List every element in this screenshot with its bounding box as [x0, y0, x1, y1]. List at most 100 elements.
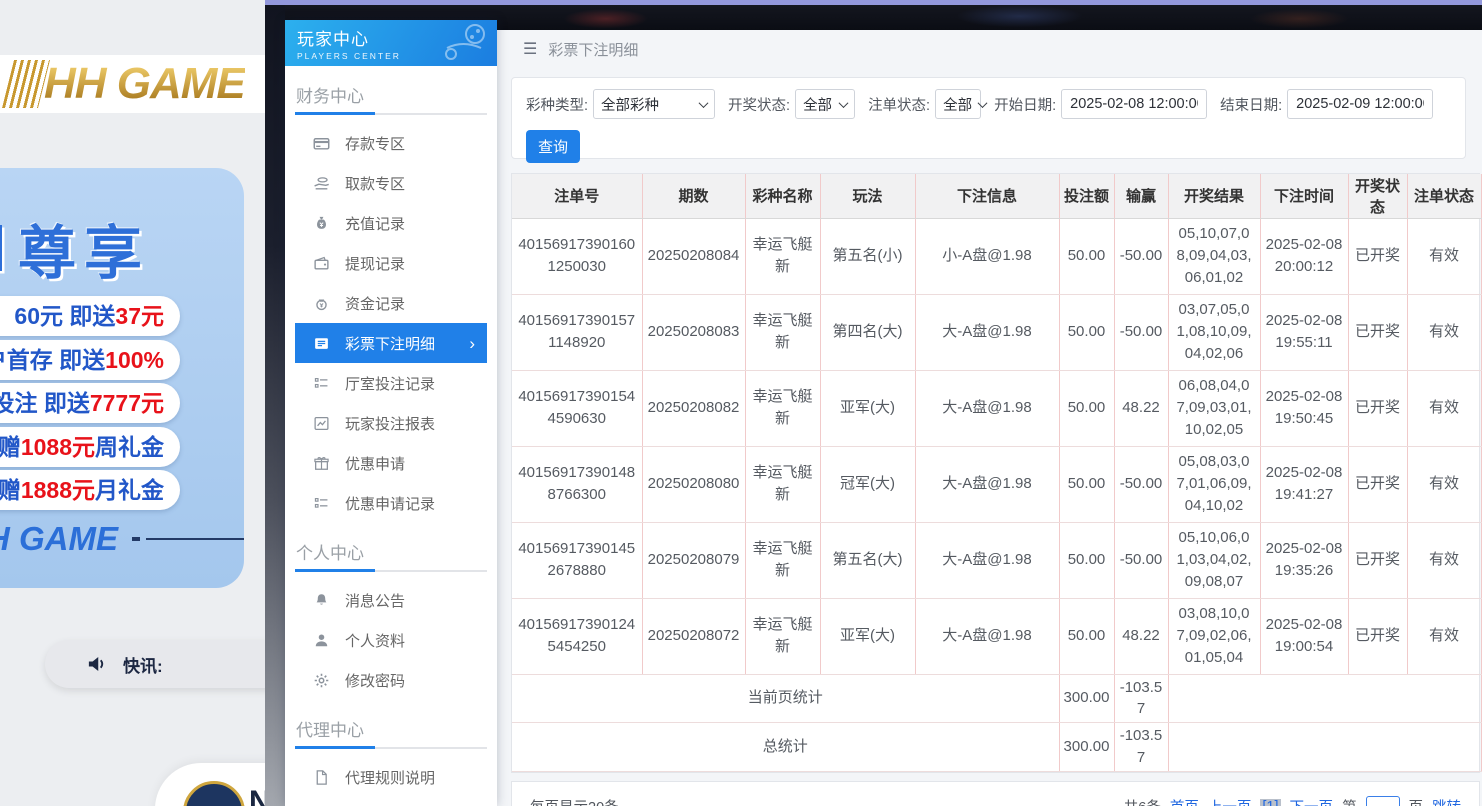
column-header-开奖状态: 开奖状态: [1348, 174, 1407, 218]
cell-输赢: -50.00: [1114, 218, 1168, 294]
cell-玩法: 亚军(大): [820, 370, 915, 446]
cell-下注时间: 2025-02-08 19:41:27: [1260, 446, 1348, 522]
logo-bars-decoration: [2, 60, 50, 108]
sidebar-item-label: 修改密码: [345, 670, 405, 691]
sidebar-item-充值记录[interactable]: 充值记录: [295, 203, 487, 243]
chevron-right-icon: ›: [469, 335, 475, 352]
cell-注单号: 401569173901488766300: [512, 446, 642, 522]
sidebar-item-玩家投注报表[interactable]: 玩家投注报表: [295, 403, 487, 443]
column-header-输赢: 输赢: [1114, 174, 1168, 218]
sidebar-item-代理团队统计[interactable]: 代理团队统计: [295, 797, 487, 806]
cell-开奖状态: 已开奖: [1348, 522, 1407, 598]
sidebar-sections: 财务中心存款专区取款专区充值记录提现记录资金记录彩票下注明细›厅室投注记录玩家投…: [285, 66, 497, 806]
news-ticker: 快讯:: [45, 640, 265, 688]
cell-注单号: 401569173901571148920: [512, 294, 642, 370]
cell-注单号: 401569173901601250030: [512, 218, 642, 294]
list-icon: [313, 495, 330, 512]
sidebar-item-label: 提现记录: [345, 253, 405, 274]
lottery-type-select[interactable]: 全部彩种: [593, 89, 715, 119]
money-bag-icon: [313, 215, 330, 232]
cell-注单号: 401569173901544590630: [512, 370, 642, 446]
sidebar-item-厅室投注记录[interactable]: 厅室投注记录: [295, 363, 487, 403]
sidebar-item-消息公告[interactable]: 消息公告: [295, 580, 487, 620]
cell-注单状态: 有效: [1407, 446, 1481, 522]
cell-彩种名称: 幸运飞艇新: [745, 598, 820, 674]
column-header-期数: 期数: [642, 174, 745, 218]
sidebar-item-label: 取款专区: [345, 173, 405, 194]
sidebar-item-个人资料[interactable]: 个人资料: [295, 620, 487, 660]
draw-status-select[interactable]: 全部: [795, 89, 855, 119]
next-page-link[interactable]: 下一页: [1290, 796, 1334, 806]
sidebar-item-label: 玩家投注报表: [345, 413, 435, 434]
first-page-link[interactable]: 首页: [1170, 796, 1199, 806]
column-header-注单号: 注单号: [512, 174, 642, 218]
table-row: 40156917390145267888020250208079幸运飞艇新第五名…: [512, 522, 1481, 598]
column-header-下注信息: 下注信息: [915, 174, 1059, 218]
per-page-label: 每页显示20条: [530, 796, 619, 806]
cell-输赢: 48.22: [1114, 370, 1168, 446]
prev-page-link[interactable]: 上一页: [1208, 796, 1252, 806]
sidebar-item-存款专区[interactable]: 存款专区: [295, 123, 487, 163]
sidebar-item-代理规则说明[interactable]: 代理规则说明: [295, 757, 487, 797]
order-status-select[interactable]: 全部: [935, 89, 981, 119]
bet-detail-icon: [313, 335, 330, 352]
start-date-input[interactable]: [1061, 89, 1207, 119]
sidebar-header: 玩家中心 PLAYERS CENTER: [285, 20, 497, 66]
cell-投注额: 50.00: [1059, 522, 1114, 598]
sidebar-item-资金记录[interactable]: 资金记录: [295, 283, 487, 323]
sidebar-item-取款专区[interactable]: 取款专区: [295, 163, 487, 203]
file-icon: [313, 769, 330, 786]
menu-icon[interactable]: ☰: [523, 39, 537, 59]
cell-彩种名称: 幸运飞艇新: [745, 370, 820, 446]
cell-下注时间: 2025-02-08 19:55:11: [1260, 294, 1348, 370]
cell-玩法: 第五名(小): [820, 218, 915, 294]
promo-brand-line: H GAME: [0, 520, 244, 558]
player-center-page: 玩家中心 PLAYERS CENTER 财务中心存款专区取款专区充值记录提现记录…: [265, 0, 1482, 806]
cell-下注信息: 大-A盘@1.98: [915, 446, 1059, 522]
summary-win-loss: -103.57: [1114, 723, 1168, 772]
bet-table-panel: 注单号期数彩种名称玩法下注信息投注额输赢开奖结果下注时间开奖状态注单状态 401…: [511, 173, 1480, 773]
jump-suffix-label: 页: [1409, 796, 1424, 806]
sidebar: 玩家中心 PLAYERS CENTER 财务中心存款专区取款专区充值记录提现记录…: [285, 20, 497, 806]
brand-badge-icon: [183, 781, 245, 806]
news-ticker-label: 快讯:: [123, 652, 163, 677]
summary-label: 总统计: [512, 723, 1059, 772]
hand-coin-icon: [313, 175, 330, 192]
draw-status-label: 开奖状态:: [728, 94, 790, 115]
page-jump-input[interactable]: [1366, 796, 1400, 806]
cell-注单号: 401569173901245454250: [512, 598, 642, 674]
section-underline: [295, 113, 487, 115]
sidebar-item-优惠申请记录[interactable]: 优惠申请记录: [295, 483, 487, 523]
cell-下注信息: 小-A盘@1.98: [915, 218, 1059, 294]
cell-下注时间: 2025-02-08 19:50:45: [1260, 370, 1348, 446]
cell-投注额: 50.00: [1059, 446, 1114, 522]
bank-card-icon: [313, 135, 330, 152]
sidebar-item-修改密码[interactable]: 修改密码: [295, 660, 487, 700]
cell-开奖结果: 03,07,05,01,08,10,09,04,02,06: [1168, 294, 1260, 370]
jump-button[interactable]: 跳转: [1432, 796, 1461, 806]
cell-投注额: 50.00: [1059, 294, 1114, 370]
promo-pill: 60元 即送37元: [0, 296, 180, 336]
end-date-input[interactable]: [1287, 89, 1433, 119]
sidebar-item-提现记录[interactable]: 提现记录: [295, 243, 487, 283]
promo-pill: 投注 即送7777元: [0, 383, 180, 423]
site-logo-band: HH GAME: [0, 55, 265, 113]
cell-投注额: 50.00: [1059, 370, 1114, 446]
gift-icon: [313, 455, 330, 472]
sidebar-item-label: 存款专区: [345, 133, 405, 154]
sidebar-item-label: 代理规则说明: [345, 767, 435, 788]
chevron-down-icon: [978, 98, 988, 108]
cell-期数: 20250208082: [642, 370, 745, 446]
search-button[interactable]: 查询: [526, 130, 580, 163]
table-row: 40156917390124545425020250208072幸运飞艇新亚军(…: [512, 598, 1481, 674]
cell-玩法: 亚军(大): [820, 598, 915, 674]
cell-注单号: 401569173901452678880: [512, 522, 642, 598]
cell-输赢: 48.22: [1114, 598, 1168, 674]
column-header-玩法: 玩法: [820, 174, 915, 218]
sidebar-item-彩票下注明细[interactable]: 彩票下注明细›: [295, 323, 487, 363]
summary-row: 当前页统计300.00-103.57: [512, 674, 1481, 723]
sidebar-item-优惠申请[interactable]: 优惠申请: [295, 443, 487, 483]
jump-prefix-label: 第: [1342, 796, 1357, 806]
summary-row: 总统计300.00-103.57: [512, 723, 1481, 772]
sidebar-item-label: 个人资料: [345, 630, 405, 651]
